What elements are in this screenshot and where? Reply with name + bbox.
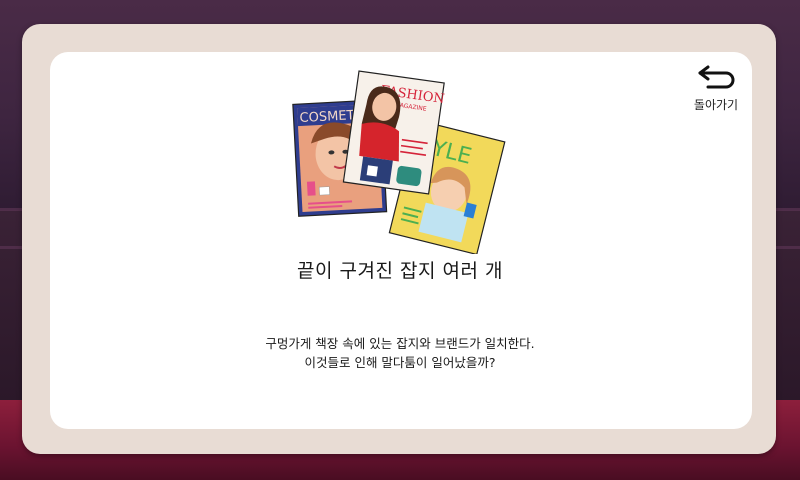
back-arrow-icon [698,65,735,89]
magazine-fashion: FASHION MAGAZINE [342,70,446,195]
item-title: 끝이 구겨진 잡지 여러 개 [297,260,503,282]
item-description-line: 이것들로 인해 말다툼이 일어났을까? [304,355,496,370]
item-description-line: 구멍가게 책장 속에 있는 잡지와 브랜드가 일치한다. [265,336,535,351]
back-button-label: 돌아가기 [693,98,739,112]
item-description: 구멍가게 책장 속에 있는 잡지와 브랜드가 일치한다. 이것들로 인해 말다툼… [200,334,600,372]
back-button[interactable]: 돌아가기 [686,62,746,124]
magazine-cover-text: COSMET [299,108,355,126]
magazines-illustration: COSMET TYLE FASHION MAGAZINE [292,70,506,254]
